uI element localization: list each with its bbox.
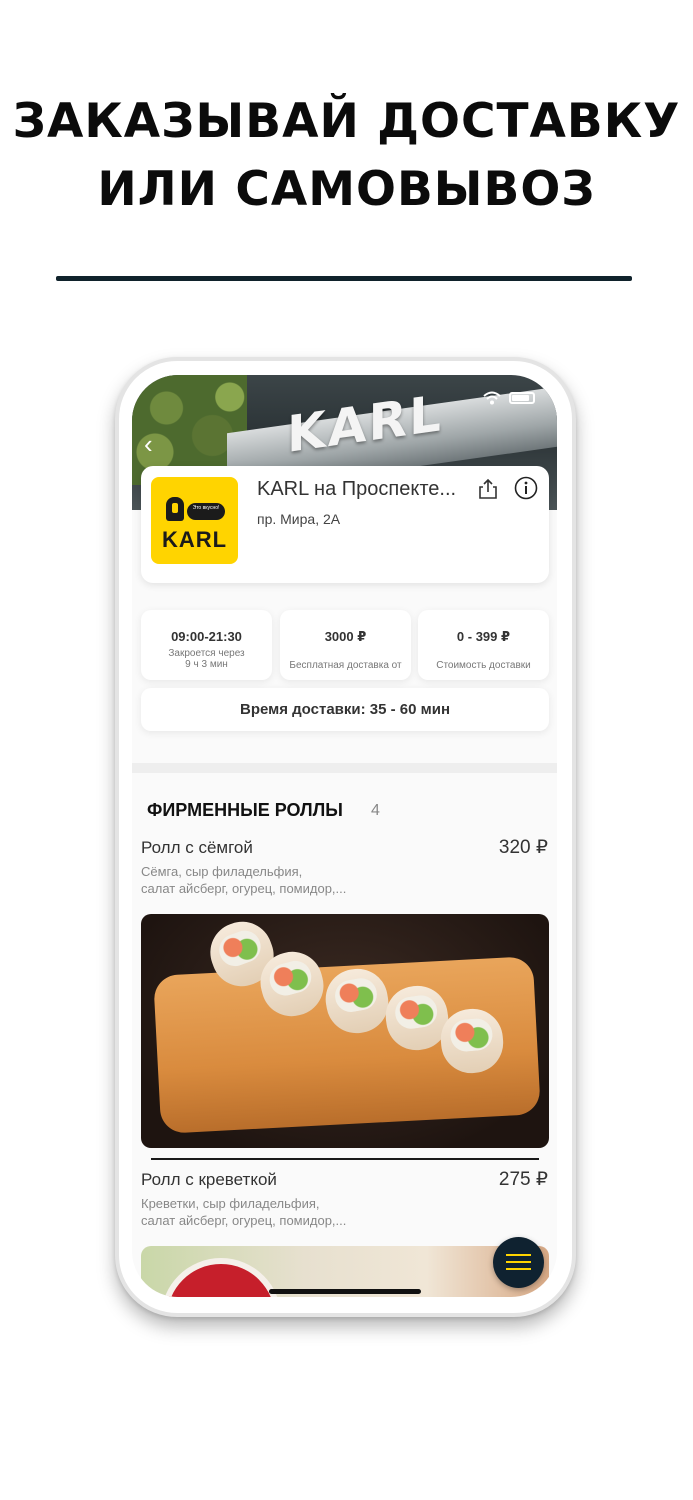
stat-delivery-cost: 0 - 399 ₽ Стоимость доставки xyxy=(418,610,549,680)
stat-free-delivery: 3000 ₽ Бесплатная доставка от xyxy=(280,610,411,680)
stat-free-delivery-label: Бесплатная доставка от xyxy=(289,660,402,671)
info-icon[interactable] xyxy=(514,476,538,500)
logo-bubble: Это вкусно! xyxy=(187,503,225,520)
share-icon[interactable] xyxy=(478,478,498,500)
headline-line-2: ИЛИ САМОВЫВОЗ xyxy=(97,162,596,217)
restaurant-address: пр. Мира, 2А xyxy=(257,511,341,527)
stat-hours-value: 09:00-21:30 xyxy=(171,629,242,644)
sauce-bowl xyxy=(161,1258,281,1297)
item-description-line-2: салат айсберг, огурец, помидор,... xyxy=(141,881,347,896)
restaurant-title: KARL на Проспекте... xyxy=(257,478,457,500)
section-count: 4 xyxy=(371,802,380,819)
logo-text: KARL xyxy=(161,527,228,552)
stat-hours-label: Закроется через xyxy=(168,648,245,659)
status-bar xyxy=(483,391,535,405)
menu-button[interactable] xyxy=(493,1237,544,1288)
item-description: Сёмга, сыр филадельфия, салат айсберг, о… xyxy=(141,863,441,897)
item-description: Креветки, сыр филадельфия, салат айсберг… xyxy=(141,1195,441,1229)
battery-icon xyxy=(509,392,535,404)
restaurant-logo: Это вкусно! KARL xyxy=(151,477,238,564)
section-divider xyxy=(132,763,557,773)
promo-headline: ЗАКАЗЫВАЙ ДОСТАВКУ ИЛИ САМОВЫВОЗ xyxy=(0,88,693,224)
stat-free-delivery-value: 3000 ₽ xyxy=(324,629,367,644)
wifi-icon xyxy=(483,391,501,405)
app-screen: KARL ‹ Это вкусно! KARL KARL на Проспект… xyxy=(132,375,557,1297)
headline-divider xyxy=(56,276,632,281)
item-separator xyxy=(151,1158,539,1160)
item-photo-salmon-roll[interactable] xyxy=(141,914,549,1148)
stat-hours: 09:00-21:30 Закроется через 9 ч 3 мин xyxy=(141,610,272,680)
restaurant-info-card: Это вкусно! KARL KARL на Проспекте... пр… xyxy=(141,466,549,583)
logo-cup-icon xyxy=(166,497,184,521)
item-description-line-2: салат айсберг, огурец, помидор,... xyxy=(141,1213,347,1228)
stat-delivery-cost-label: Стоимость доставки xyxy=(436,660,531,671)
item-name[interactable]: Ролл с сёмгой xyxy=(141,838,253,858)
headline-line-1: ЗАКАЗЫВАЙ ДОСТАВКУ xyxy=(12,94,681,149)
delivery-time-bar: Время доставки: 35 - 60 мин xyxy=(141,688,549,731)
item-name[interactable]: Ролл с креветкой xyxy=(141,1170,277,1190)
stat-hours-remaining: 9 ч 3 мин xyxy=(185,659,228,670)
item-description-line-1: Креветки, сыр филадельфия, xyxy=(141,1196,320,1211)
stat-delivery-cost-value: 0 - 399 ₽ xyxy=(456,629,511,644)
item-price: 275 ₽ xyxy=(498,1169,548,1190)
home-indicator[interactable] xyxy=(269,1289,421,1294)
item-description-line-1: Сёмга, сыр филадельфия, xyxy=(141,864,303,879)
section-title: ФИРМЕННЫЕ РОЛЛЫ xyxy=(147,800,343,820)
menu-icon xyxy=(506,1254,531,1256)
item-price: 320 ₽ xyxy=(498,837,548,858)
back-arrow-icon[interactable]: ‹ xyxy=(144,429,153,460)
